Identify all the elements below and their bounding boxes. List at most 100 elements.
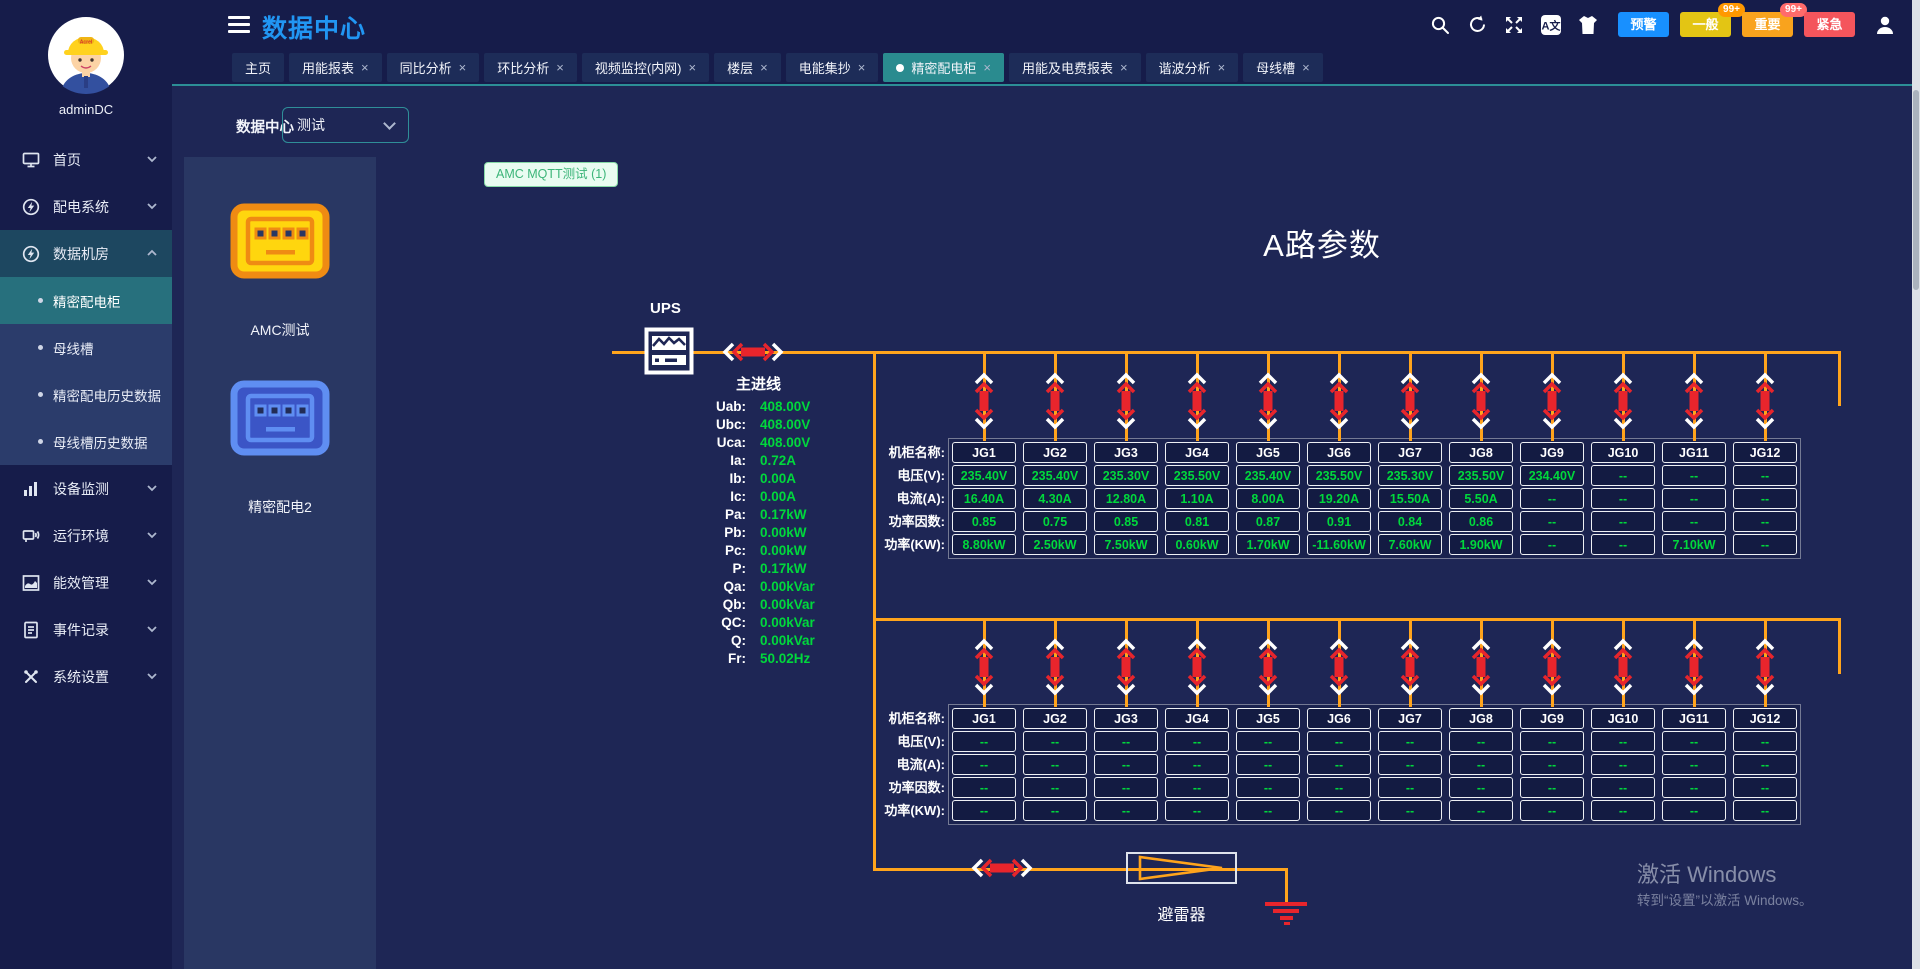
translate-icon[interactable]: A文 bbox=[1540, 14, 1562, 36]
cabinet-name-cell: JG9 bbox=[1520, 708, 1584, 729]
current-cell: -- bbox=[1378, 754, 1442, 775]
cabinet-name-cell: JG7 bbox=[1378, 708, 1442, 729]
tab-close-icon[interactable]: × bbox=[556, 60, 564, 75]
measurement-row: P:0.17kW bbox=[640, 559, 815, 577]
sidebar-item-首页[interactable]: 首页 bbox=[0, 136, 172, 183]
power-cell: -- bbox=[1520, 800, 1584, 821]
device-label: 精密配电2 bbox=[248, 497, 312, 517]
branch-arrow-JG4 bbox=[1186, 620, 1208, 707]
power-cell: 1.70kW bbox=[1236, 534, 1300, 555]
user-icon[interactable] bbox=[1874, 14, 1896, 36]
alarm-button-一般[interactable]: 一般99+ bbox=[1680, 12, 1731, 37]
sidebar-item-母线槽[interactable]: 母线槽 bbox=[0, 324, 172, 371]
tab-close-icon[interactable]: × bbox=[858, 60, 866, 75]
sidebar-item-设备监测[interactable]: 设备监测 bbox=[0, 465, 172, 512]
power_factor-cell: -- bbox=[1733, 777, 1797, 798]
scrollbar-thumb[interactable] bbox=[1913, 90, 1919, 290]
power-cell: -- bbox=[1520, 534, 1584, 555]
tab-环比分析[interactable]: 环比分析× bbox=[484, 53, 577, 82]
tab-电能集抄[interactable]: 电能集抄× bbox=[786, 53, 879, 82]
sidebar-item-数据机房[interactable]: 数据机房 bbox=[0, 230, 172, 277]
device-tag[interactable]: AMC MQTT测试 (1) bbox=[484, 162, 618, 187]
power_factor-cell: -- bbox=[952, 777, 1016, 798]
tab-精密配电柜[interactable]: 精密配电柜× bbox=[883, 53, 1004, 82]
sidebar-item-精密配电柜[interactable]: 精密配电柜 bbox=[0, 277, 172, 324]
tab-close-icon[interactable]: × bbox=[983, 60, 991, 75]
power_factor-cell: -- bbox=[1023, 777, 1087, 798]
measurement-label: Pa: bbox=[640, 507, 746, 522]
measurement-row: Ubc:408.00V bbox=[640, 415, 815, 433]
current-cell: -- bbox=[1094, 754, 1158, 775]
sidebar-item-运行环境[interactable]: 运行环境 bbox=[0, 512, 172, 559]
fullscreen-icon[interactable] bbox=[1503, 14, 1525, 36]
ups-icon[interactable] bbox=[644, 327, 694, 375]
voltage-cell: 235.50V bbox=[1165, 465, 1229, 486]
power_factor-cell: -- bbox=[1733, 511, 1797, 532]
sidebar-item-母线槽历史数据[interactable]: 母线槽历史数据 bbox=[0, 418, 172, 465]
current-cell: -- bbox=[1591, 754, 1655, 775]
table-row-label: 功率因数: bbox=[884, 777, 945, 798]
cabinet-name-cell: JG11 bbox=[1662, 442, 1726, 463]
device-icon bbox=[230, 380, 330, 461]
tab-close-icon[interactable]: × bbox=[1218, 60, 1226, 75]
power-cell: 7.60kW bbox=[1378, 534, 1442, 555]
log-icon bbox=[22, 621, 40, 639]
alarm-button-紧急[interactable]: 紧急 bbox=[1804, 12, 1855, 37]
alarm-button-预警[interactable]: 预警 bbox=[1618, 12, 1669, 37]
tab-close-icon[interactable]: × bbox=[760, 60, 768, 75]
sidebar-item-能效管理[interactable]: 能效管理 bbox=[0, 559, 172, 606]
tab-用能报表[interactable]: 用能报表× bbox=[289, 53, 382, 82]
device-AMC测试[interactable]: AMC测试 bbox=[230, 203, 330, 340]
tab-close-icon[interactable]: × bbox=[1120, 60, 1128, 75]
voltage-cell: 235.40V bbox=[952, 465, 1016, 486]
bullet-icon bbox=[38, 392, 43, 397]
power-cell: -- bbox=[1591, 800, 1655, 821]
measurement-label: Qa: bbox=[640, 579, 746, 594]
vertical-scrollbar[interactable] bbox=[1912, 0, 1920, 969]
power-cell: 2.50kW bbox=[1023, 534, 1087, 555]
device-list: AMC测试精密配电2 bbox=[184, 157, 376, 557]
tab-close-icon[interactable]: × bbox=[361, 60, 369, 75]
alarm-button-重要[interactable]: 重要99+ bbox=[1742, 12, 1793, 37]
theme-icon[interactable] bbox=[1577, 14, 1599, 36]
tab-close-icon[interactable]: × bbox=[1302, 60, 1310, 75]
cabinet-name-cell: JG9 bbox=[1520, 442, 1584, 463]
cabinet-name-cell: JG3 bbox=[1094, 708, 1158, 729]
cabinet-name-cell: JG1 bbox=[952, 708, 1016, 729]
refresh-icon[interactable] bbox=[1466, 14, 1488, 36]
table-grid: JG1JG2JG3JG4JG5JG6JG7JG8JG9JG10JG11JG12-… bbox=[948, 704, 1801, 825]
sidebar-item-label: 数据机房 bbox=[53, 244, 146, 264]
tab-楼层[interactable]: 楼层× bbox=[714, 53, 781, 82]
active-tab-dot-icon bbox=[896, 64, 904, 72]
search-icon[interactable] bbox=[1429, 14, 1451, 36]
chevron-down-icon bbox=[146, 199, 158, 215]
table-row-label: 电压(V): bbox=[884, 465, 945, 486]
tab-同比分析[interactable]: 同比分析× bbox=[387, 53, 480, 82]
cabinet-name-cell: JG3 bbox=[1094, 442, 1158, 463]
branch-arrow-JG6 bbox=[1328, 353, 1350, 441]
tab-用能及电费报表[interactable]: 用能及电费报表× bbox=[1009, 53, 1141, 82]
sidebar-item-系统设置[interactable]: 系统设置 bbox=[0, 653, 172, 700]
tab-谐波分析[interactable]: 谐波分析× bbox=[1146, 53, 1239, 82]
branch-arrow-JG6 bbox=[1328, 620, 1350, 707]
power_factor-cell: 0.91 bbox=[1307, 511, 1371, 532]
device-精密配电2[interactable]: 精密配电2 bbox=[230, 380, 330, 517]
menu-toggle-icon[interactable] bbox=[228, 16, 250, 33]
table-row-labels: 机柜名称:电压(V):电流(A):功率因数:功率(KW): bbox=[884, 438, 945, 559]
sidebar-item-精密配电历史数据[interactable]: 精密配电历史数据 bbox=[0, 371, 172, 418]
tab-close-icon[interactable]: × bbox=[459, 60, 467, 75]
sidebar-item-事件记录[interactable]: 事件记录 bbox=[0, 606, 172, 653]
measurement-value: 0.00kW bbox=[760, 525, 807, 540]
tab-母线槽[interactable]: 母线槽× bbox=[1243, 53, 1323, 82]
sidebar-item-label: 事件记录 bbox=[53, 620, 146, 640]
datacenter-select[interactable]: 测试 bbox=[282, 107, 409, 143]
sidebar-item-配电系统[interactable]: 配电系统 bbox=[0, 183, 172, 230]
tab-主页[interactable]: 主页 bbox=[232, 53, 284, 82]
branch-arrow-JG8 bbox=[1470, 353, 1492, 441]
tab-视频监控(内网)[interactable]: 视频监控(内网)× bbox=[582, 53, 709, 82]
ground-icon bbox=[1280, 916, 1293, 920]
tab-close-icon[interactable]: × bbox=[689, 60, 697, 75]
user-avatar[interactable]: Acrel bbox=[47, 16, 125, 94]
bullet-icon bbox=[38, 439, 43, 444]
sidebar-item-label: 系统设置 bbox=[53, 667, 146, 687]
